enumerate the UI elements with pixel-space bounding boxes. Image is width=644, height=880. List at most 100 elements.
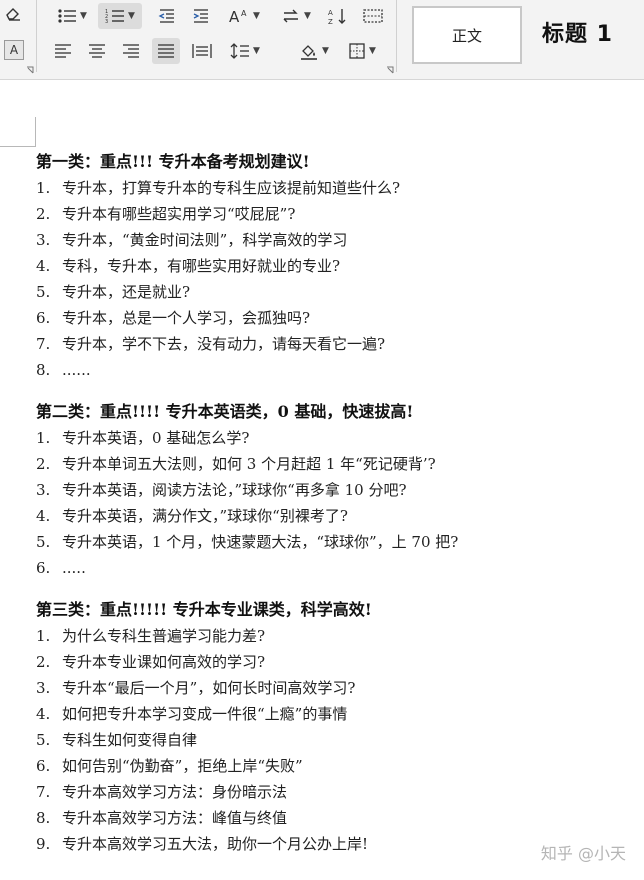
decrease-indent-button[interactable] [154,3,180,29]
item-text: 专升本，总是一个人学习，会孤独吗? [62,309,311,327]
item-number: 3. [36,481,51,499]
item-text: 专升本高效学习方法：峰值与终值 [62,809,288,827]
item-text: 专升本，“黄金时间法则”，科学高效的学习 [62,231,348,249]
section-title: 第一类：重点!!! 专升本备考规划建议! [36,152,310,171]
item-text: 专科，专升本，有哪些实用好就业的专业? [62,257,341,275]
item-text: 专升本英语，满分作文，”球球你“别裸考了? [62,507,348,525]
list-item: 8. 专升本高效学习方法：峰值与终值 [36,805,636,831]
chevron-down-icon: ▼ [253,46,260,56]
style-normal[interactable]: 正文 [412,6,522,64]
paragraph-dialog-launcher-icon[interactable] [386,66,394,74]
document-page[interactable]: 第一类：重点!!! 专升本备考规划建议! 1. 专升本，打算专升本的专科生应该提前… [0,81,644,880]
character-shading-button[interactable]: A [4,40,24,60]
list-item: 1. 为什么专科生普遍学习能力差? [36,623,636,649]
ribbon-toolbar: A ▼ 1 2 3 ▼ A A ▼ ▼ A Z ▼ ▼ ▼ 正文 标题 1 [0,0,644,80]
chevron-down-icon: ▼ [253,11,260,21]
svg-text:A: A [328,9,333,17]
item-text: 专升本，学不下去，没有动力，请每天看它一遍? [62,335,386,353]
change-case-icon: A A [229,8,247,25]
section-3: 第三类：重点!!!!! 专升本专业课类，科学高效! 1. 为什么专科生普遍学习能力… [36,597,636,857]
list-item: 6. 如何告别“伪勤奋”，拒绝上岸“失败” [36,753,636,779]
item-text: 专升本英语，1 个月，快速蒙题大法，“球球你”，上 70 把? [62,533,459,551]
text-direction-button[interactable]: ▼ [276,3,316,29]
list-item: 2. 专升本专业课如何高效的学习? [36,649,636,675]
shading-button[interactable]: ▼ [294,38,334,64]
section-title: 第二类：重点!!!! 专升本英语类，0 基础，快速拔高! [36,402,414,421]
item-number: 1. [36,627,51,645]
distributed-button[interactable] [188,38,216,64]
item-number: 4. [36,257,51,275]
justify-icon [158,44,174,58]
styles-gallery: 正文 标题 1 [402,4,644,70]
list-item: 8....... [36,357,636,383]
align-center-button[interactable] [84,38,110,64]
svg-text:3: 3 [105,19,108,25]
item-number: 2. [36,205,51,223]
align-left-button[interactable] [50,38,76,64]
svg-text:Z: Z [328,18,333,25]
item-text: 专升本“最后一个月”，如何长时间高效学习? [62,679,356,697]
group-divider [36,0,37,72]
align-left-icon [55,44,71,58]
item-number: 1. [36,179,51,197]
item-number: 1. [36,429,51,447]
chevron-down-icon: ▼ [369,46,376,56]
list-item: 2. 专升本单词五大法则，如何 3 个月赶超 1 年“死记硬背’? [36,451,636,477]
distributed-icon [192,44,212,58]
item-number: 2. [36,653,51,671]
item-number: 7. [36,335,51,353]
svg-text:A: A [241,9,247,18]
text-direction-icon [283,9,299,23]
style-heading-1[interactable]: 标题 1 [542,16,613,48]
document-body[interactable]: 第一类：重点!!! 专升本备考规划建议! 1. 专升本，打算专升本的专科生应该提前… [36,149,636,873]
list-item: 7. 专升本高效学习方法：身份暗示法 [36,779,636,805]
svg-text:A: A [229,8,240,25]
outdent-icon [158,9,174,23]
table-grid-icon [363,9,383,23]
change-case-button[interactable]: A A ▼ [224,3,264,29]
eraser-icon [6,8,20,21]
item-number: 6. [36,309,51,327]
list-item: 3. 专升本，“黄金时间法则”，科学高效的学习 [36,227,636,253]
list-item: 6...... [36,555,636,581]
page-corner-mark [0,117,36,147]
item-number: 5. [36,533,51,551]
item-text: ..... [62,559,86,577]
chevron-down-icon: ▼ [80,11,87,21]
list-item: 4. 专科，专升本，有哪些实用好就业的专业? [36,253,636,279]
paint-bucket-icon [301,45,318,60]
font-dialog-launcher-icon[interactable] [26,66,34,74]
numbering-button[interactable]: 1 2 3 ▼ [98,3,142,29]
clear-formatting-button[interactable] [2,3,24,23]
list-item: 1. 专升本，打算专升本的专科生应该提前知道些什么? [36,175,636,201]
line-spacing-button[interactable]: ▼ [224,38,266,64]
item-number: 6. [36,559,51,577]
increase-indent-button[interactable] [188,3,214,29]
item-text: 专升本有哪些超实用学习“哎屁屁”? [62,205,296,223]
list-item: 3. 专升本英语，阅读方法论，”球球你“再多拿 10 分吧? [36,477,636,503]
item-number: 6. [36,757,51,775]
line-spacing-icon [230,43,250,59]
item-number: 5. [36,283,51,301]
bullets-button[interactable]: ▼ [52,3,92,29]
sort-button[interactable]: A Z [324,3,352,29]
list-item: 7. 专升本，学不下去，没有动力，请每天看它一遍? [36,331,636,357]
numbered-list-icon: 1 2 3 [105,9,125,25]
align-right-button[interactable] [118,38,144,64]
item-text: 专升本高效学习方法：身份暗示法 [62,783,288,801]
border-icon [349,43,365,59]
section-2: 第二类：重点!!!! 专升本英语类，0 基础，快速拔高! 1. 专升本英语，0 基… [36,399,636,581]
item-number: 8. [36,809,51,827]
section-title: 第三类：重点!!!!! 专升本专业课类，科学高效! [36,600,372,619]
align-center-icon [89,44,105,58]
list-item: 4. 如何把专升本学习变成一件很“上瘾”的事情 [36,701,636,727]
item-number: 8. [36,361,51,379]
justify-button[interactable] [152,38,180,64]
show-marks-button[interactable] [360,3,386,29]
item-text: 专升本英语，阅读方法论，”球球你“再多拿 10 分吧? [62,481,407,499]
item-number: 3. [36,231,51,249]
borders-button[interactable]: ▼ [342,38,382,64]
list-item: 5. 专升本，还是就业? [36,279,636,305]
item-text: 专科生如何变得自律 [62,731,198,749]
list-item: 5. 专科生如何变得自律 [36,727,636,753]
